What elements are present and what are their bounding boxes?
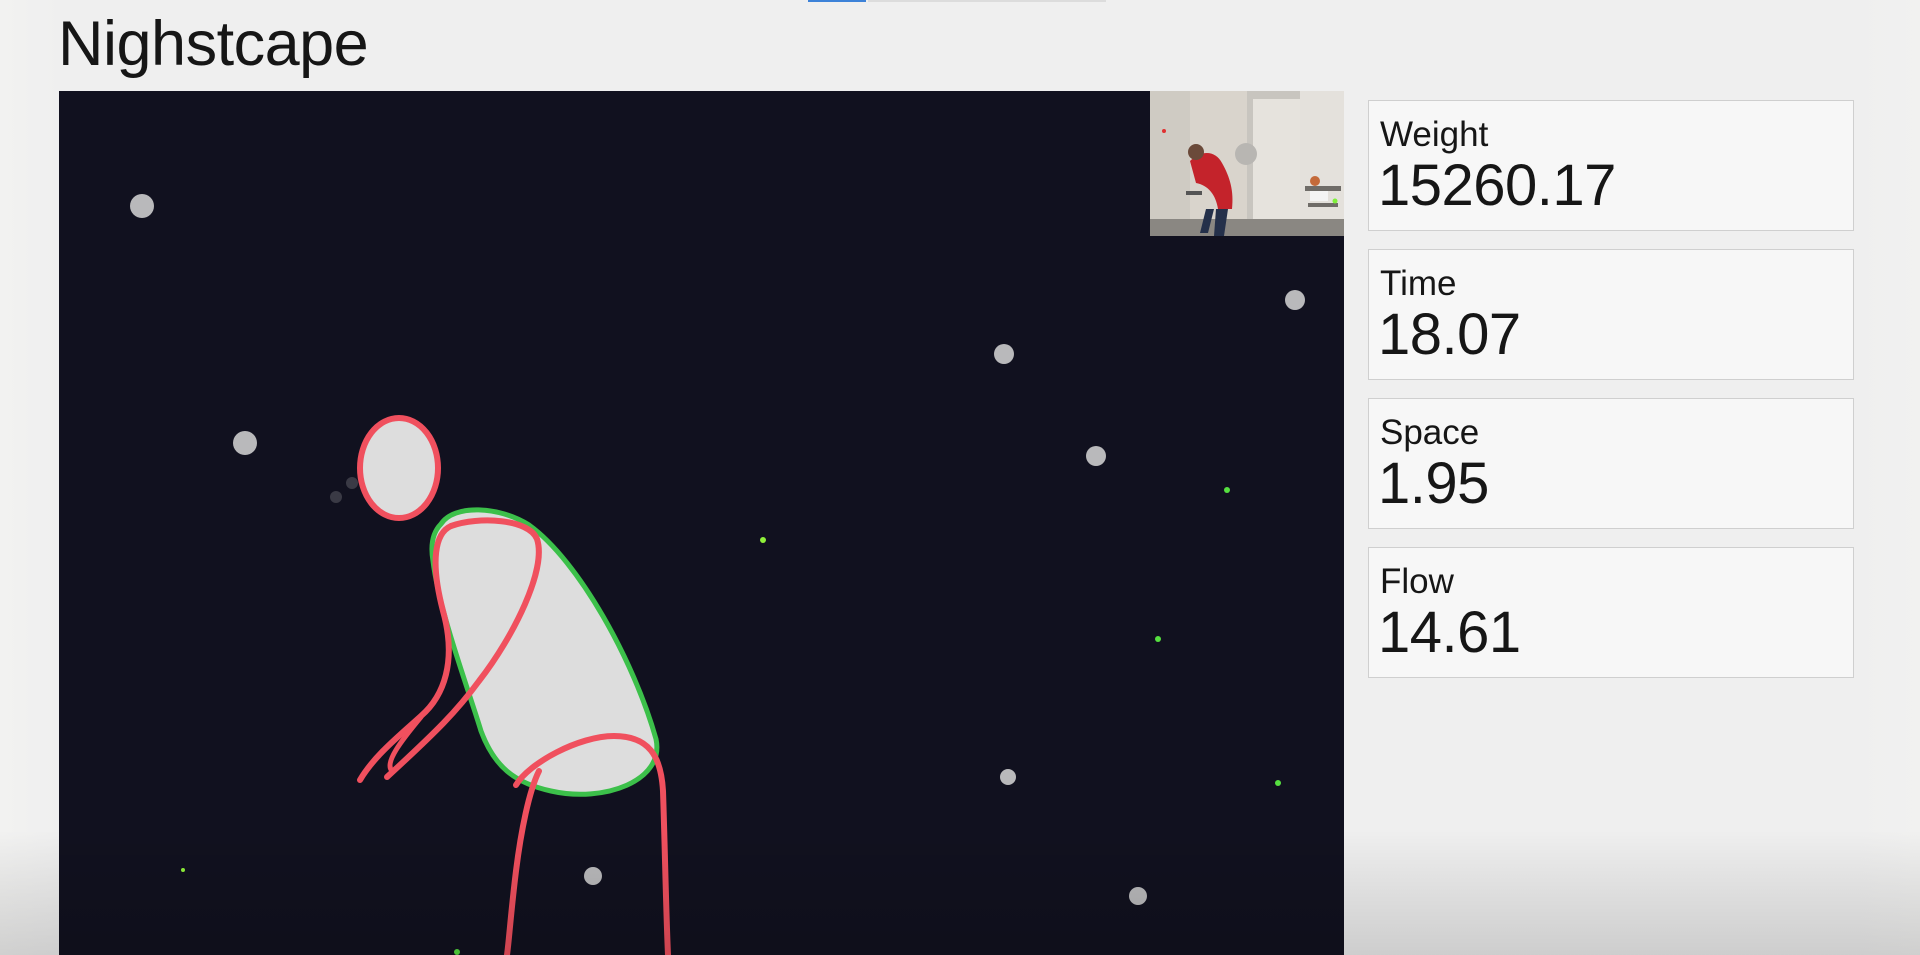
- particle: [233, 431, 257, 455]
- gray-particles: [130, 194, 1305, 905]
- green-particles: [181, 487, 1281, 955]
- metric-card-weight: Weight 15260.17: [1368, 100, 1854, 231]
- particle: [994, 344, 1014, 364]
- metric-label: Space: [1380, 413, 1480, 452]
- particle: [1000, 769, 1016, 785]
- metric-value: 15260.17: [1378, 153, 1616, 218]
- particle: [1224, 487, 1230, 493]
- particle: [1275, 780, 1281, 786]
- metric-card-time: Time 18.07: [1368, 249, 1854, 380]
- metric-label: Time: [1380, 264, 1457, 303]
- particle: [1285, 290, 1305, 310]
- metric-card-space: Space 1.95: [1368, 398, 1854, 529]
- webcam-preview-image: [1150, 91, 1344, 236]
- arm-outline: [357, 523, 454, 783]
- metric-value: 14.61: [1378, 600, 1521, 665]
- metric-label: Weight: [1380, 115, 1489, 154]
- particle: [454, 949, 460, 955]
- visualization-canvas: [59, 91, 1344, 955]
- particle: [130, 194, 154, 218]
- particle: [1086, 446, 1106, 466]
- particle: [181, 868, 185, 872]
- particle: [346, 477, 358, 489]
- particle: [584, 867, 602, 885]
- particle: [760, 537, 766, 543]
- metric-label: Flow: [1380, 562, 1454, 601]
- loading-indicator-track: [868, 0, 1106, 2]
- stick-figure: [357, 415, 671, 955]
- metric-card-flow: Flow 14.61: [1368, 547, 1854, 678]
- nighstcape-app: Nighstcape Weight 15260.17 Time 18.07 Sp…: [0, 0, 1920, 955]
- metric-value: 1.95: [1378, 451, 1489, 516]
- page-title: Nighstcape: [58, 9, 369, 79]
- metric-value: 18.07: [1378, 302, 1521, 367]
- webcam-preview: [1150, 91, 1344, 236]
- torso-shape: [429, 507, 660, 797]
- loading-indicator: [808, 0, 866, 2]
- particle: [330, 491, 342, 503]
- leg-outline: [504, 768, 542, 955]
- particle: [1155, 636, 1161, 642]
- particle: [1129, 887, 1147, 905]
- head-shape: [357, 415, 441, 521]
